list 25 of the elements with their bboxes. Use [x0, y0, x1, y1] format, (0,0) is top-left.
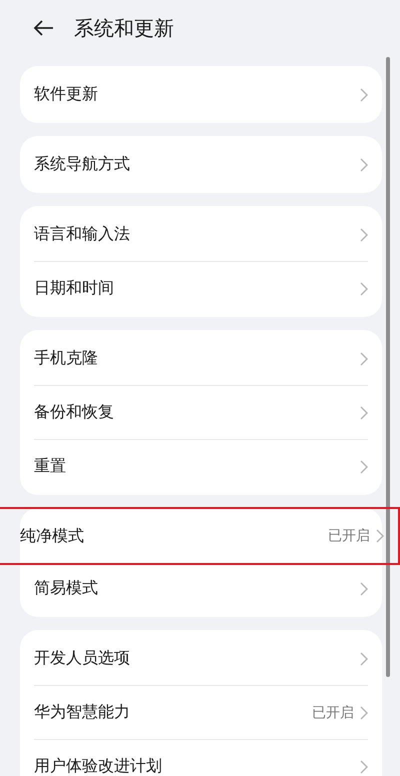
- chevron-right-icon: [360, 406, 368, 420]
- chevron-right-icon: [360, 228, 368, 242]
- chevron-right-icon: [360, 352, 368, 366]
- settings-item[interactable]: 语言和输入法: [34, 208, 368, 262]
- settings-item[interactable]: 备份和恢复: [34, 386, 368, 440]
- settings-item[interactable]: 软件更新: [34, 68, 368, 121]
- settings-item[interactable]: 简易模式: [34, 562, 368, 615]
- chevron-right-icon: [360, 460, 368, 474]
- chevron-right-icon: [360, 282, 368, 296]
- chevron-right-icon: [360, 706, 368, 720]
- settings-item[interactable]: 系统导航方式: [34, 138, 368, 191]
- settings-item[interactable]: 用户体验改进计划: [34, 740, 368, 776]
- chevron-right-icon: [360, 582, 368, 596]
- settings-item[interactable]: 开发人员选项: [34, 632, 368, 686]
- chevron-right-icon: [376, 529, 384, 543]
- settings-item[interactable]: 华为智慧能力 已开启: [34, 686, 368, 740]
- settings-item[interactable]: 纯净模式 已开启: [0, 507, 400, 565]
- chevron-right-icon: [360, 158, 368, 172]
- chevron-right-icon: [360, 88, 368, 102]
- chevron-right-icon: [360, 760, 368, 774]
- chevron-right-icon: [360, 652, 368, 666]
- settings-item[interactable]: 手机克隆: [34, 332, 368, 386]
- page-title: 系统和更新: [74, 14, 174, 42]
- settings-item[interactable]: 日期和时间: [34, 262, 368, 315]
- settings-item[interactable]: 重置: [34, 440, 368, 493]
